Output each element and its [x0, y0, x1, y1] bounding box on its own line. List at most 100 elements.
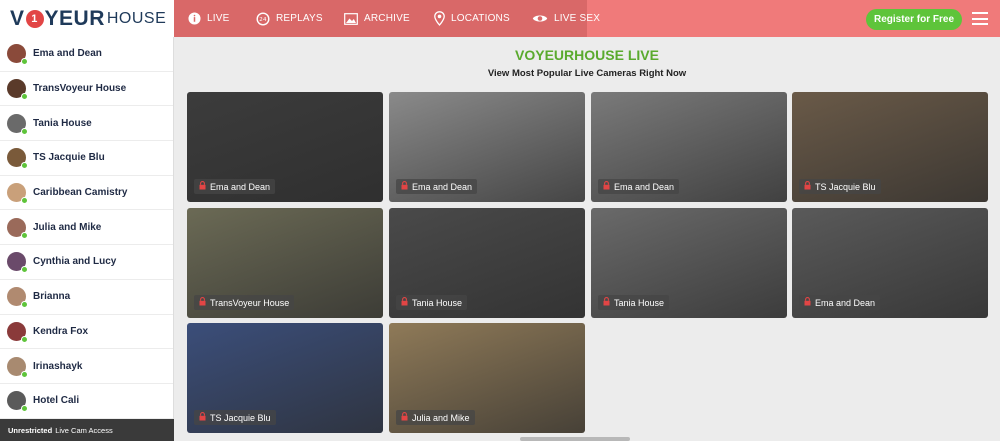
avatar: [7, 356, 28, 378]
sidebar-item-label: TS Jacquie Blu: [33, 152, 105, 164]
unrestricted-access-banner[interactable]: Unrestricted Live Cam Access: [0, 419, 174, 441]
nav-locations-label: LOCATIONS: [451, 13, 510, 24]
camera-tile-label: Tania House: [598, 295, 670, 310]
nav-livesex-label: LIVE SEX: [554, 13, 601, 24]
sidebar-item-label: Brianna: [33, 291, 71, 303]
camera-tile[interactable]: Ema and Dean: [792, 208, 988, 318]
sidebar-item[interactable]: Cynthia and Lucy: [0, 245, 173, 280]
map-pin-icon: [434, 11, 445, 26]
sidebar-item-label: Irinashayk: [33, 360, 83, 372]
camera-tile[interactable]: Ema and Dean: [389, 92, 585, 202]
camera-tile[interactable]: TransVoyeur House: [187, 208, 383, 318]
lock-icon: [199, 412, 206, 423]
nav-replays-label: REPLAYS: [276, 13, 323, 24]
horizontal-scrollbar[interactable]: [520, 437, 630, 441]
camera-name: Ema and Dean: [614, 181, 675, 192]
avatar: [7, 183, 28, 205]
camera-tile[interactable]: Ema and Dean: [187, 92, 383, 202]
avatar: [7, 79, 28, 101]
sidebar-item-label: Cynthia and Lucy: [33, 256, 117, 268]
sidebar-item[interactable]: Julia and Mike: [0, 210, 173, 246]
nav-archive-label: ARCHIVE: [364, 13, 410, 24]
sidebar-item[interactable]: Hotel Cali: [0, 384, 173, 419]
camera-name: TS Jacquie Blu: [210, 412, 271, 423]
sidebar-item-label: Hotel Cali: [33, 395, 80, 407]
hamburger-menu-icon[interactable]: [972, 12, 988, 25]
sidebar-item[interactable]: Irinashayk: [0, 349, 173, 384]
camera-tile-label: TransVoyeur House: [194, 295, 295, 310]
logo-letters: YEUR: [44, 6, 105, 30]
camera-tile[interactable]: Tania House: [591, 208, 787, 318]
logo-subtitle: HOUSE: [106, 9, 167, 27]
online-status-dot: [21, 58, 28, 66]
camera-tile-label: TS Jacquie Blu: [194, 410, 276, 425]
nav-locations[interactable]: LOCATIONS: [434, 0, 510, 37]
avatar: [7, 287, 28, 309]
online-status-dot: [21, 370, 28, 378]
logo-wordmark: V 1 YEUR HOUSE: [10, 7, 166, 31]
sidebar: Ema and Dean TransVoyeur House Tania House…: [0, 37, 174, 441]
footer-bold: Unrestricted: [8, 425, 53, 435]
sidebar-item[interactable]: Tania House: [0, 106, 173, 142]
camera-name: Tania House: [614, 297, 665, 308]
sidebar-item[interactable]: Ema and Dean: [0, 37, 173, 72]
camera-name: Ema and Dean: [815, 297, 876, 308]
avatar: [7, 391, 28, 413]
camera-tile-label: Ema and Dean: [799, 295, 881, 310]
sidebar-item-label: Caribbean Camistry: [33, 187, 128, 199]
svg-text:24: 24: [259, 17, 267, 23]
replay-24-icon: 24: [256, 11, 270, 26]
register-button[interactable]: Register for Free: [866, 9, 962, 30]
online-status-dot: [21, 335, 28, 343]
logo-o-icon: 1: [25, 9, 44, 28]
lock-icon: [603, 181, 610, 192]
sidebar-item-label: Kendra Fox: [33, 325, 89, 337]
sidebar-item-label: Tania House: [33, 117, 92, 129]
nav-archive[interactable]: ARCHIVE: [344, 0, 410, 37]
nav-live[interactable]: LIVE: [188, 0, 229, 37]
sidebar-item[interactable]: TS Jacquie Blu: [0, 141, 173, 176]
online-status-dot: [21, 197, 28, 205]
lock-icon: [804, 297, 811, 308]
site-logo[interactable]: V 1 YEUR HOUSE: [0, 0, 174, 37]
camera-name: Ema and Dean: [210, 181, 271, 192]
lock-icon: [199, 181, 206, 192]
nav-replays[interactable]: 24 REPLAYS: [256, 0, 323, 37]
sidebar-item-label: Ema and Dean: [33, 48, 102, 60]
camera-tile[interactable]: Tania House: [389, 208, 585, 318]
logo-letter-v: V: [10, 6, 25, 30]
lock-icon: [603, 297, 610, 308]
camera-tile-label: Tania House: [396, 295, 468, 310]
camera-name: Ema and Dean: [412, 181, 473, 192]
sidebar-item[interactable]: Kendra Fox: [0, 315, 173, 350]
camera-tile[interactable]: TS Jacquie Blu: [792, 92, 988, 202]
sidebar-item[interactable]: TransVoyeur House: [0, 72, 173, 107]
sidebar-item[interactable]: Brianna: [0, 280, 173, 315]
avatar: [7, 148, 28, 170]
info-circle-icon: [188, 12, 201, 25]
online-status-dot: [21, 266, 28, 274]
avatar: [7, 252, 28, 274]
camera-tile[interactable]: Julia and Mike: [389, 323, 585, 433]
sidebar-item[interactable]: Caribbean Camistry: [0, 176, 173, 211]
online-status-dot: [21, 231, 28, 239]
image-icon: [344, 12, 358, 25]
camera-name: TS Jacquie Blu: [815, 181, 876, 192]
camera-name: TransVoyeur House: [210, 297, 290, 308]
camera-tile[interactable]: TS Jacquie Blu: [187, 323, 383, 433]
camera-tile-label: Ema and Dean: [194, 179, 276, 194]
eye-icon: [532, 13, 548, 24]
camera-name: Julia and Mike: [412, 412, 470, 423]
lock-icon: [401, 412, 408, 423]
camera-tile-label: Ema and Dean: [598, 179, 680, 194]
sidebar-list: Ema and Dean TransVoyeur House Tania House…: [0, 37, 173, 419]
lock-icon: [401, 297, 408, 308]
camera-tile[interactable]: Ema and Dean: [591, 92, 787, 202]
sidebar-item-label: TransVoyeur House: [33, 83, 127, 95]
avatar: [7, 44, 28, 66]
avatar: [7, 217, 28, 239]
lock-icon: [804, 181, 811, 192]
camera-name: Tania House: [412, 297, 463, 308]
lock-icon: [401, 181, 408, 192]
nav-livesex[interactable]: LIVE SEX: [532, 0, 600, 37]
